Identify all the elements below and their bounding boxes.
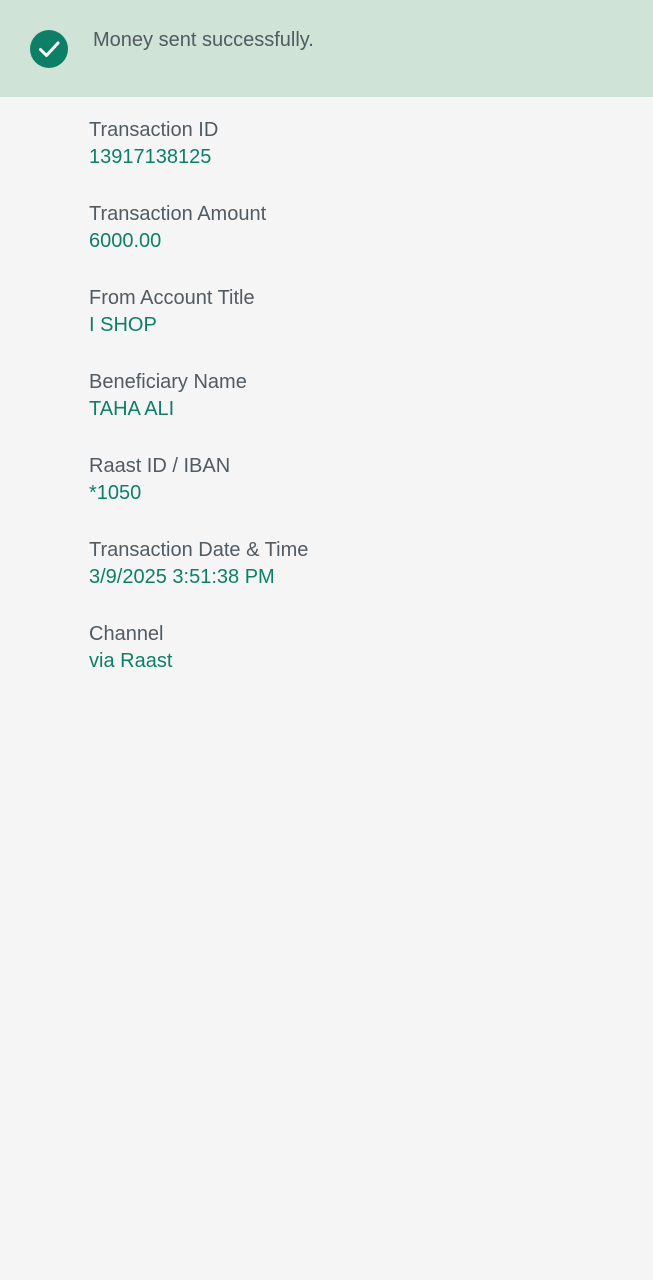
raast-id-iban-value: *1050 xyxy=(89,482,142,504)
raast-id-iban-label: Raast ID / IBAN xyxy=(89,455,231,477)
channel-label: Channel xyxy=(89,623,164,645)
channel-value: via Raast xyxy=(89,650,173,672)
success-message: Money sent successfully. xyxy=(93,29,314,51)
transaction-amount-field: Transaction Amount 6000.00 xyxy=(89,201,609,285)
from-account-title-field: From Account Title I SHOP xyxy=(89,285,609,369)
check-circle-icon xyxy=(30,30,68,68)
transaction-date-time-value: 3/9/2025 3:51:38 PM xyxy=(89,566,275,588)
transaction-amount-value: 6000.00 xyxy=(89,230,162,252)
transaction-date-time-label: Transaction Date & Time xyxy=(89,539,309,561)
raast-id-iban-field: Raast ID / IBAN *1050 xyxy=(89,453,609,537)
transaction-amount-label: Transaction Amount xyxy=(89,203,267,225)
transaction-date-time-field: Transaction Date & Time 3/9/2025 3:51:38… xyxy=(89,537,609,621)
from-account-title-label: From Account Title xyxy=(89,287,255,309)
transaction-id-field: Transaction ID 13917138125 xyxy=(89,117,609,201)
channel-field: Channel via Raast xyxy=(89,621,609,705)
beneficiary-name-label: Beneficiary Name xyxy=(89,371,247,393)
transaction-id-label: Transaction ID xyxy=(89,119,219,141)
transaction-details: Transaction ID 13917138125 Transaction A… xyxy=(89,117,609,705)
success-banner: Money sent successfully. xyxy=(0,0,653,97)
transaction-id-value: 13917138125 xyxy=(89,146,212,168)
beneficiary-name-value: TAHA ALI xyxy=(89,398,175,420)
from-account-title-value: I SHOP xyxy=(89,314,157,336)
beneficiary-name-field: Beneficiary Name TAHA ALI xyxy=(89,369,609,453)
